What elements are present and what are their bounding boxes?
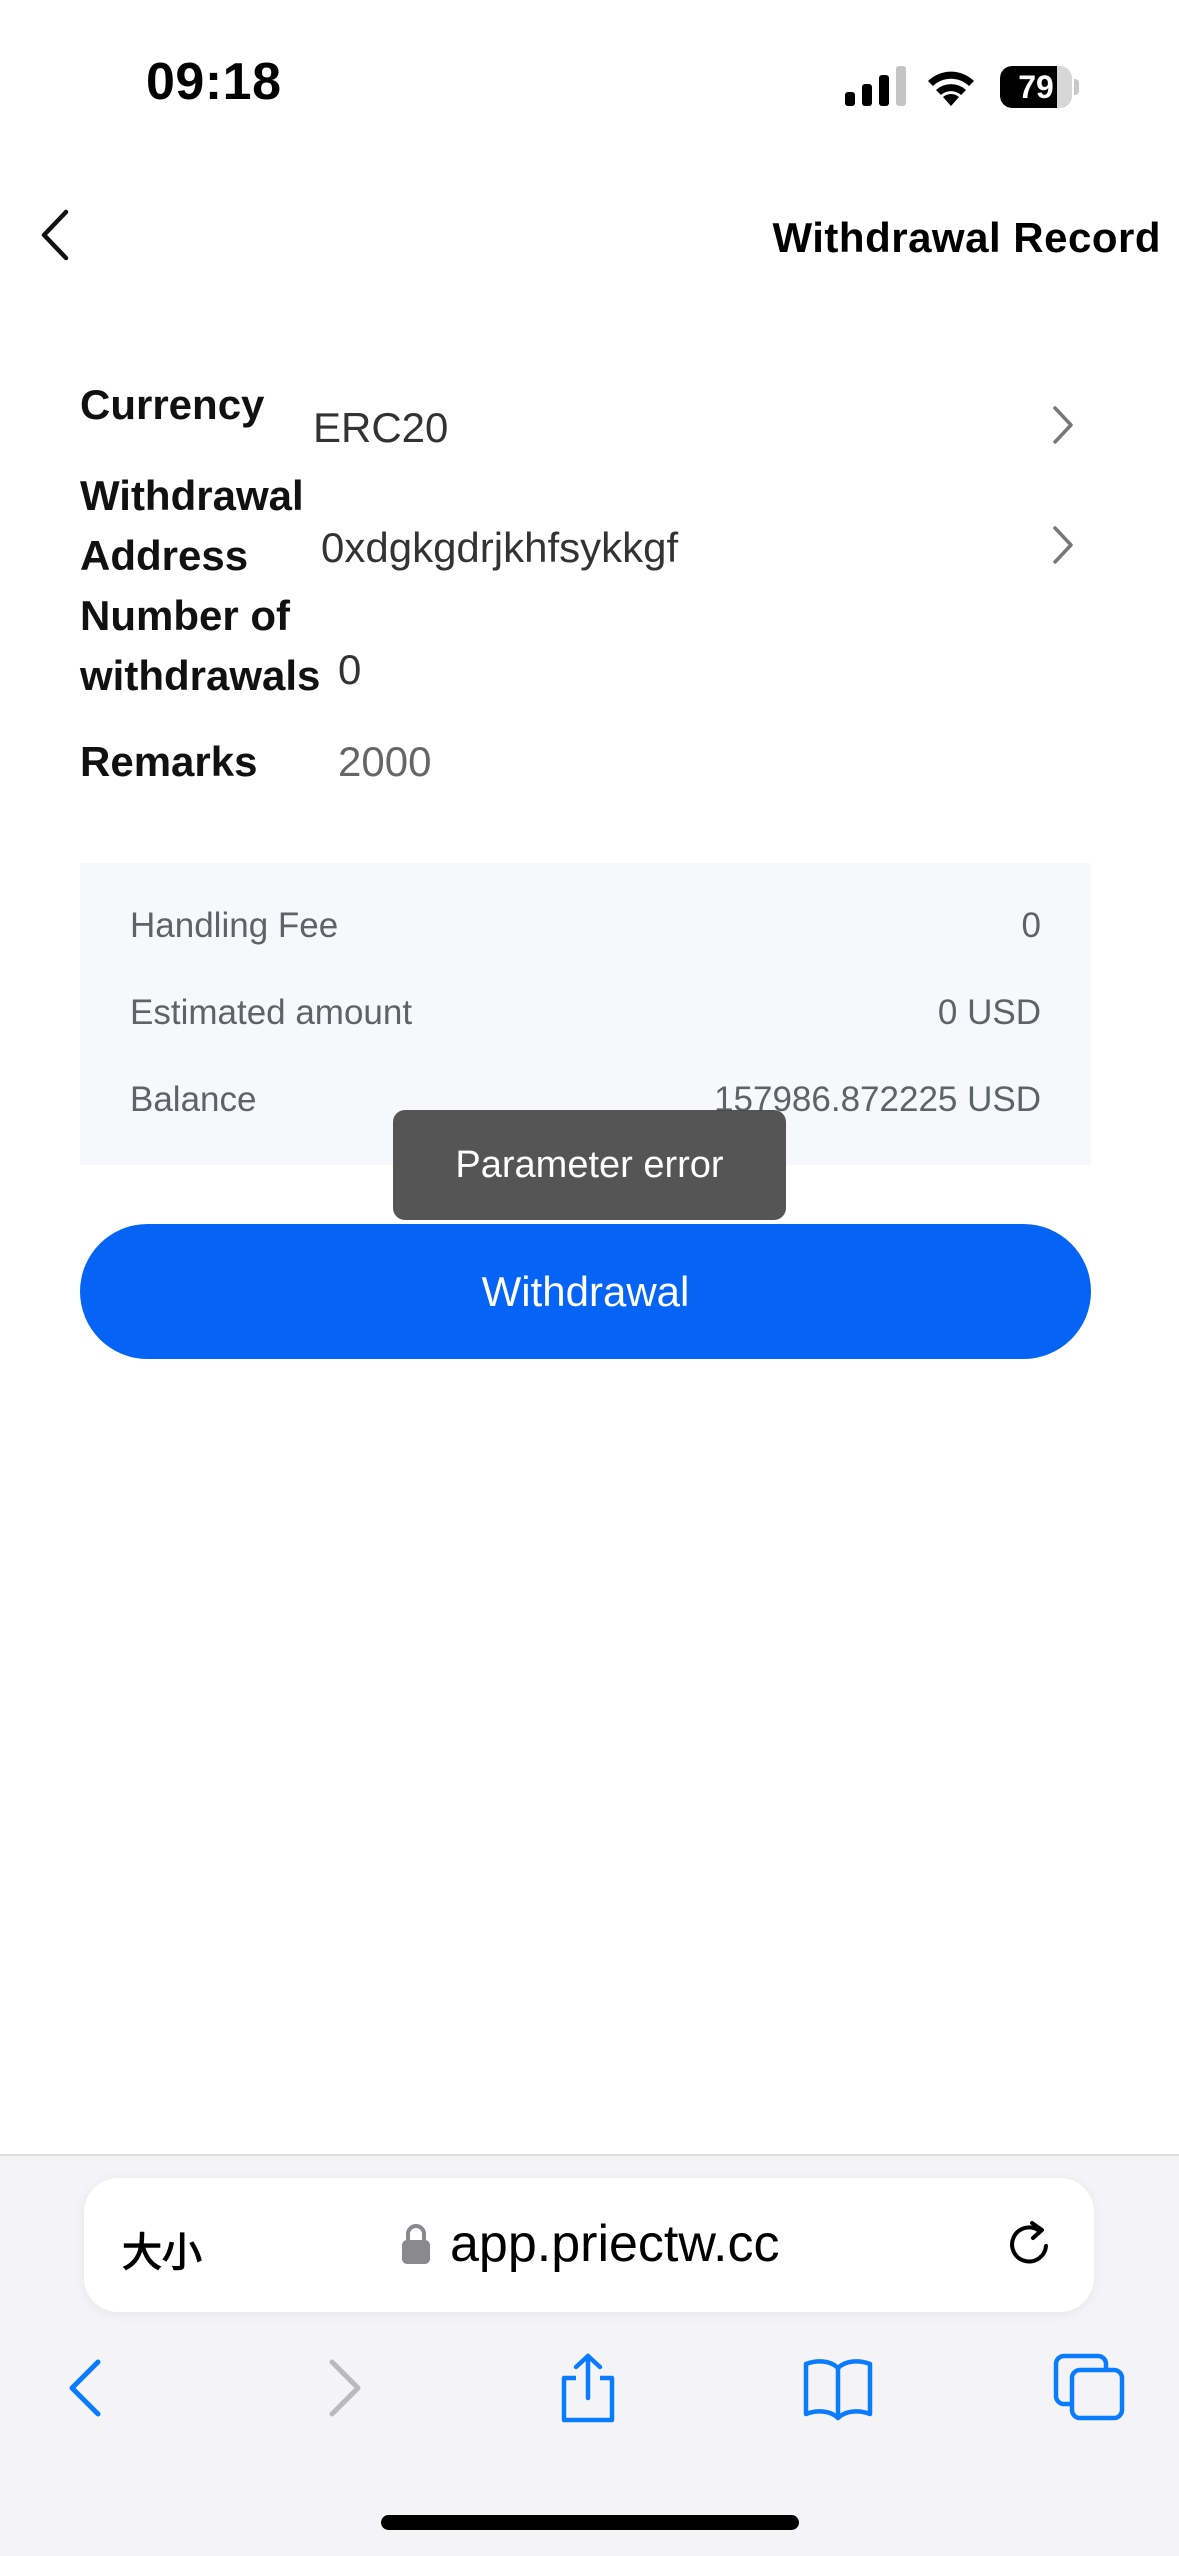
currency-value[interactable]: ERC20	[313, 398, 448, 458]
battery-percentage: 79	[1018, 69, 1054, 105]
remarks-label: Remarks	[80, 738, 258, 785]
remarks-input[interactable]: 2000	[338, 732, 431, 792]
balance-label: Balance	[130, 1080, 257, 1119]
url-text[interactable]: app.priectw.cc	[450, 2214, 780, 2274]
chevron-right-icon[interactable]	[1045, 400, 1081, 450]
estimated-amount-label: Estimated amount	[130, 993, 413, 1032]
status-time: 09:18	[146, 53, 282, 111]
error-toast: Parameter error	[393, 1110, 786, 1220]
reload-icon[interactable]	[1002, 2216, 1058, 2272]
wifi-icon	[928, 71, 974, 106]
estimated-amount-value: 0 USD	[937, 993, 1041, 1032]
tabs-icon[interactable]	[1050, 2352, 1130, 2424]
battery-indicator: 79	[1000, 66, 1079, 108]
handling-fee-label: Handling Fee	[130, 906, 339, 945]
browser-back-icon[interactable]	[48, 2352, 128, 2424]
handling-fee-value: 0	[1021, 906, 1041, 945]
cellular-signal-icon	[845, 66, 906, 106]
home-indicator	[381, 2515, 799, 2530]
address-label-line1: Withdrawal	[80, 472, 304, 519]
number-label-line2: withdrawals	[80, 652, 321, 699]
share-icon[interactable]	[548, 2352, 628, 2424]
text-size-button[interactable]: 大小	[122, 2220, 202, 2278]
book-icon[interactable]	[798, 2352, 878, 2424]
back-chevron-icon[interactable]	[30, 200, 90, 270]
currency-label: Currency	[80, 381, 265, 428]
lock-icon	[402, 2224, 430, 2264]
chevron-right-icon[interactable]	[1045, 520, 1081, 570]
number-input[interactable]: 0	[338, 640, 361, 700]
address-value[interactable]: 0xdgkgdrjkhfsykkgf	[321, 518, 678, 578]
withdrawal-button[interactable]: Withdrawal	[80, 1224, 1091, 1359]
browser-forward-icon[interactable]	[302, 2352, 382, 2424]
estimated-amount-row: Estimated amount 0 USD	[130, 988, 1041, 1038]
number-label-line1: Number of	[80, 592, 290, 639]
status-bar: 09:18 79	[0, 0, 1179, 170]
address-label-line2: Address	[80, 532, 249, 579]
address-bar[interactable]: 大小 app.priectw.cc	[84, 2178, 1094, 2312]
handling-fee-row: Handling Fee 0	[130, 901, 1041, 951]
page-title: Withdrawal Record	[772, 214, 1161, 261]
